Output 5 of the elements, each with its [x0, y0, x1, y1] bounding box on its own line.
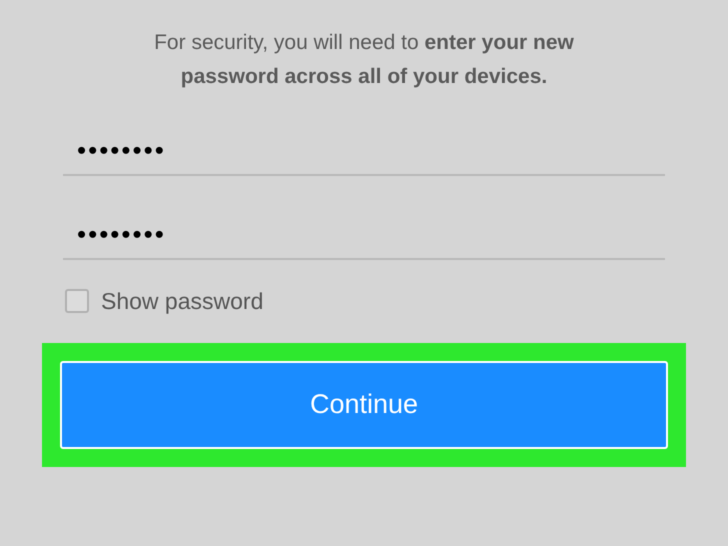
- show-password-label: Show password: [101, 287, 264, 316]
- security-message: For security, you will need to enter your new password across all of your devices.: [153, 30, 575, 90]
- checkbox[interactable]: [65, 289, 89, 314]
- password-field[interactable]: ••••••••: [63, 126, 665, 176]
- password-field[interactable]: ••••••••: [63, 210, 665, 260]
